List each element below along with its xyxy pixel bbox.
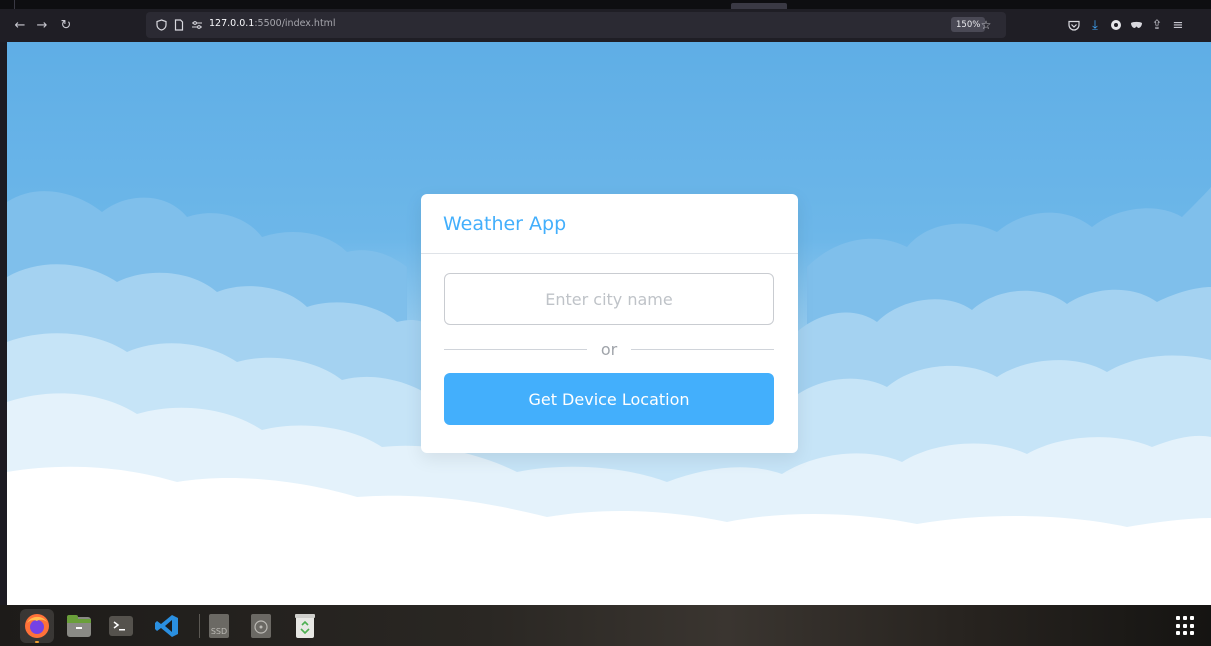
trash-icon[interactable] bbox=[288, 609, 322, 643]
files-icon[interactable] bbox=[62, 609, 96, 643]
show-apps-icon[interactable] bbox=[1176, 616, 1196, 636]
page-viewport: Weather App or Get Device Location bbox=[7, 42, 1211, 605]
city-input[interactable] bbox=[444, 273, 774, 325]
hamburger-menu-icon[interactable]: ≡ bbox=[1166, 13, 1190, 37]
firefox-icon[interactable] bbox=[20, 609, 54, 643]
vscode-icon[interactable] bbox=[150, 609, 184, 643]
browser-chrome: ← → ↻ 127.0.0.1:5500/index.html 150% ☆ ⤓ bbox=[0, 0, 1211, 43]
tab-divider bbox=[14, 0, 15, 9]
dock-separator bbox=[199, 614, 200, 638]
shield-icon[interactable] bbox=[153, 15, 169, 35]
ssd-drive-icon[interactable]: SSD bbox=[202, 609, 236, 643]
disk-drive-icon[interactable] bbox=[244, 609, 278, 643]
divider-line-right bbox=[631, 348, 774, 350]
or-label: or bbox=[600, 339, 618, 359]
tab-strip bbox=[0, 0, 1211, 9]
get-device-location-button[interactable]: Get Device Location bbox=[444, 373, 774, 425]
divider-line-left bbox=[444, 348, 587, 350]
window-edge bbox=[0, 42, 7, 605]
svg-text:SSD: SSD bbox=[211, 627, 227, 636]
navigation-toolbar: ← → ↻ 127.0.0.1:5500/index.html 150% ☆ ⤓ bbox=[0, 9, 1211, 42]
star-icon[interactable]: ☆ bbox=[978, 15, 994, 35]
url-bar[interactable]: 127.0.0.1:5500/index.html 150% ☆ bbox=[146, 12, 1006, 38]
dock: SSD bbox=[0, 605, 1211, 646]
arrow-right-icon[interactable]: → bbox=[30, 13, 54, 37]
app-title: Weather App bbox=[443, 212, 567, 235]
page-icon[interactable] bbox=[171, 15, 187, 35]
url-text: 127.0.0.1:5500/index.html bbox=[209, 18, 336, 29]
url-path: :5500/index.html bbox=[254, 18, 336, 29]
or-divider: or bbox=[444, 337, 774, 361]
card-header: Weather App bbox=[421, 194, 798, 254]
running-indicator bbox=[35, 641, 39, 643]
arrow-left-icon[interactable]: ← bbox=[8, 13, 32, 37]
url-host: 127.0.0.1 bbox=[209, 18, 255, 29]
terminal-icon[interactable] bbox=[104, 609, 138, 643]
permissions-icon[interactable] bbox=[189, 15, 205, 35]
reload-icon[interactable]: ↻ bbox=[54, 13, 78, 37]
weather-card: Weather App or Get Device Location bbox=[421, 194, 798, 453]
